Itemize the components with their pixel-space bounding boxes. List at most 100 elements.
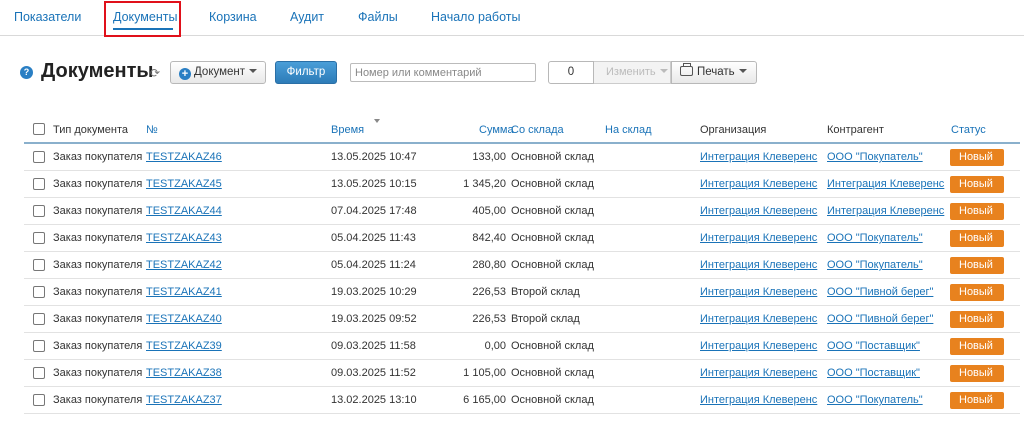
doc-number-link[interactable]: TESTZAKAZ41 [146,286,222,298]
col-time[interactable]: Время [331,124,364,136]
page-title: Документы [41,60,154,82]
doc-from-store: Второй склад [511,286,580,298]
doc-number-link[interactable]: TESTZAKAZ40 [146,313,222,325]
org-link[interactable]: Интеграция Клеверенс [700,286,817,298]
org-link[interactable]: Интеграция Клеверенс [700,394,817,406]
change-button[interactable]: Изменить [594,61,671,84]
doc-sum: 405,00 [472,205,506,217]
table-header: Тип документа № Время Сумма Со склада На… [24,116,1020,144]
tab-indicators[interactable]: Показатели [14,10,81,24]
col-sum[interactable]: Сумма [479,124,514,136]
col-org[interactable]: Организация [700,124,766,136]
agent-link[interactable]: ООО "Покупатель" [827,259,923,271]
org-link[interactable]: Интеграция Клеверенс [700,178,817,190]
tab-getting-started[interactable]: Начало работы [431,10,520,24]
status-badge[interactable]: Новый [950,203,1004,220]
org-link[interactable]: Интеграция Клеверенс [700,205,817,217]
status-badge[interactable]: Новый [950,365,1004,382]
agent-link[interactable]: Интеграция Клеверенс [827,178,944,190]
status-badge[interactable]: Новый [950,149,1004,166]
doc-number-link[interactable]: TESTZAKAZ45 [146,178,222,190]
doc-from-store: Основной склад [511,205,594,217]
status-badge[interactable]: Новый [950,338,1004,355]
table-row[interactable]: Заказ покупателя TESTZAKAZ45 13.05.2025 10… [24,171,1020,198]
refresh-icon[interactable]: ⟳ [150,67,160,79]
select-all-checkbox[interactable] [33,123,45,135]
doc-number-link[interactable]: TESTZAKAZ42 [146,259,222,271]
agent-link[interactable]: ООО "Поставщик" [827,340,920,352]
row-checkbox[interactable] [33,340,45,352]
agent-link[interactable]: ООО "Покупатель" [827,232,923,244]
doc-from-store: Основной склад [511,232,594,244]
status-badge[interactable]: Новый [950,257,1004,274]
status-badge[interactable]: Новый [950,230,1004,247]
printer-icon [680,63,693,76]
print-button[interactable]: Печать [671,61,757,84]
doc-sum: 0,00 [484,340,506,352]
help-icon[interactable]: ? [20,66,33,79]
doc-sum: 6 165,00 [463,394,506,406]
org-link[interactable]: Интеграция Клеверенс [700,259,817,271]
col-from-store[interactable]: Со склада [511,124,564,136]
col-number[interactable]: № [146,124,158,136]
table-row[interactable]: Заказ покупателя TESTZAKAZ37 13.02.2025 13… [24,387,1020,414]
agent-link[interactable]: ООО "Пивной берег" [827,286,933,298]
col-to-store[interactable]: На склад [605,124,652,136]
col-agent[interactable]: Контрагент [827,124,884,136]
tab-audit[interactable]: Аудит [290,10,324,24]
doc-number-link[interactable]: TESTZAKAZ44 [146,205,222,217]
doc-type: Заказ покупателя [53,151,143,163]
agent-link[interactable]: Интеграция Клеверенс [827,205,944,217]
doc-from-store: Второй склад [511,313,580,325]
row-checkbox[interactable] [33,394,45,406]
doc-type: Заказ покупателя [53,340,143,352]
org-link[interactable]: Интеграция Клеверенс [700,151,817,163]
col-status[interactable]: Статус [951,124,986,136]
org-link[interactable]: Интеграция Клеверенс [700,340,817,352]
row-checkbox[interactable] [33,313,45,325]
table-row[interactable]: Заказ покупателя TESTZAKAZ40 19.03.2025 09… [24,306,1020,333]
agent-link[interactable]: ООО "Пивной берег" [827,313,933,325]
status-badge[interactable]: Новый [950,311,1004,328]
org-link[interactable]: Интеграция Клеверенс [700,367,817,379]
status-badge[interactable]: Новый [950,284,1004,301]
doc-number-link[interactable]: TESTZAKAZ38 [146,367,222,379]
doc-time: 13.05.2025 10:15 [331,178,417,190]
row-checkbox[interactable] [33,178,45,190]
doc-from-store: Основной склад [511,178,594,190]
status-badge[interactable]: Новый [950,176,1004,193]
tab-files[interactable]: Файлы [358,10,398,24]
table-row[interactable]: Заказ покупателя TESTZAKAZ42 05.04.2025 11… [24,252,1020,279]
filter-button[interactable]: Фильтр [275,61,337,84]
table-row[interactable]: Заказ покупателя TESTZAKAZ43 05.04.2025 11… [24,225,1020,252]
status-badge[interactable]: Новый [950,392,1004,409]
table-row[interactable]: Заказ покупателя TESTZAKAZ46 13.05.2025 10… [24,144,1020,171]
agent-link[interactable]: ООО "Поставщик" [827,367,920,379]
doc-number-link[interactable]: TESTZAKAZ43 [146,232,222,244]
row-checkbox[interactable] [33,286,45,298]
row-checkbox[interactable] [33,205,45,217]
table-row[interactable]: Заказ покупателя TESTZAKAZ41 19.03.2025 10… [24,279,1020,306]
row-checkbox[interactable] [33,259,45,271]
selected-count: 0 [548,61,594,84]
tab-cart[interactable]: Корзина [209,10,257,24]
row-checkbox[interactable] [33,367,45,379]
add-document-button[interactable]: + Документ [170,61,266,84]
doc-from-store: Основной склад [511,151,594,163]
row-checkbox[interactable] [33,232,45,244]
col-type[interactable]: Тип документа [53,124,128,136]
org-link[interactable]: Интеграция Клеверенс [700,232,817,244]
org-link[interactable]: Интеграция Клеверенс [700,313,817,325]
row-checkbox[interactable] [33,151,45,163]
doc-number-link[interactable]: TESTZAKAZ37 [146,394,222,406]
search-input[interactable] [350,63,536,82]
table-row[interactable]: Заказ покупателя TESTZAKAZ39 09.03.2025 11… [24,333,1020,360]
agent-link[interactable]: ООО "Покупатель" [827,151,923,163]
table-row[interactable]: Заказ покупателя TESTZAKAZ44 07.04.2025 17… [24,198,1020,225]
doc-number-link[interactable]: TESTZAKAZ39 [146,340,222,352]
agent-link[interactable]: ООО "Покупатель" [827,394,923,406]
table-row[interactable]: Заказ покупателя TESTZAKAZ38 09.03.2025 11… [24,360,1020,387]
doc-number-link[interactable]: TESTZAKAZ46 [146,151,222,163]
doc-time: 13.02.2025 13:10 [331,394,417,406]
doc-from-store: Основной склад [511,394,594,406]
